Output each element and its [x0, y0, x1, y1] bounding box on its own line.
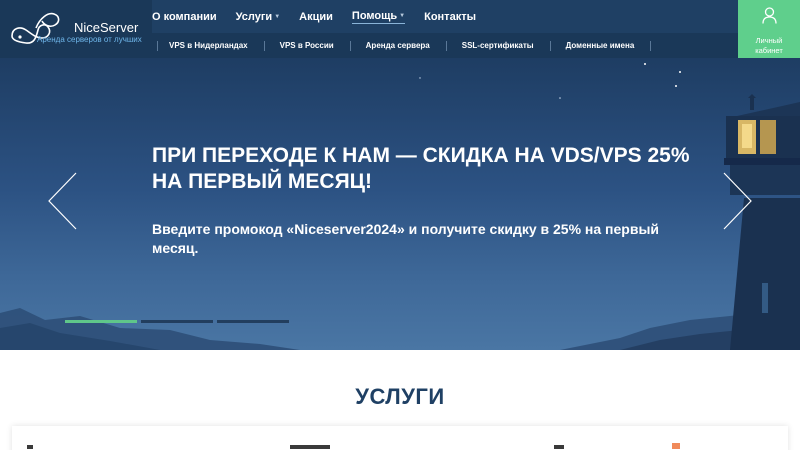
account-label: Личный кабинет: [738, 36, 800, 56]
subnav-divider: [445, 40, 447, 51]
slider-pagination: [65, 320, 293, 323]
subnav-item-domains[interactable]: Доменные имена: [566, 41, 635, 50]
logo[interactable]: NiceServer Аренда серверов от лучших: [0, 0, 152, 58]
user-icon: [762, 7, 777, 24]
nav-item-promos[interactable]: Акции: [299, 11, 333, 23]
subnav-divider: [549, 40, 551, 51]
subnav-item-server-rent[interactable]: Аренда сервера: [366, 41, 430, 50]
chevron-down-icon: ▼: [274, 13, 281, 20]
account-button[interactable]: Личный кабинет: [738, 0, 800, 58]
nav-item-label: Акции: [299, 10, 333, 23]
brand-tagline: Аренда серверов от лучших: [37, 35, 142, 44]
subnav-item-vps-netherlands[interactable]: VPS в Нидерландах: [169, 41, 248, 50]
brand-name: NiceServer: [74, 20, 139, 35]
nav-item-label: Услуги: [235, 10, 273, 23]
services-card-title-clipped: [554, 445, 564, 449]
main-nav: О компании Услуги ▼ Акции Помощь ▼ Контакт…: [152, 0, 495, 33]
nav-item-services[interactable]: Услуги ▼: [236, 11, 281, 23]
chevron-left-icon[interactable]: [46, 171, 80, 231]
services-card-title-clipped: [290, 445, 330, 449]
subnav-divider: [263, 40, 265, 51]
slider-dot[interactable]: [217, 320, 289, 323]
subnav-divider: [650, 40, 652, 51]
slider-dot[interactable]: [65, 320, 137, 323]
hero-background-illustration: [0, 63, 800, 350]
services-card-title-clipped: [27, 445, 33, 449]
subnav-divider: [157, 40, 158, 51]
site-header: NiceServer Аренда серверов от лучших О к…: [0, 0, 800, 58]
subnav-item-vps-russia[interactable]: VPS в России: [280, 41, 334, 50]
nav-item-label: Контакты: [424, 10, 476, 23]
subnav-item-ssl[interactable]: SSL-сертификаты: [462, 41, 534, 50]
sub-nav: VPS в Нидерландах VPS в России Аренда се…: [152, 33, 738, 58]
subnav-divider: [349, 40, 351, 51]
account-label-line1: Личный: [755, 36, 783, 45]
services-card-badge-clipped: [672, 443, 680, 449]
services-panel: [12, 426, 788, 450]
nav-item-contacts[interactable]: Контакты: [424, 11, 476, 23]
account-label-line2: кабинет: [755, 46, 783, 55]
chevron-down-icon: ▼: [399, 12, 406, 19]
slider-dot[interactable]: [141, 320, 213, 323]
hero-slider: ПРИ ПЕРЕХОДЕ К НАМ — СКИДКА НА VDS/VPS 2…: [0, 58, 800, 350]
nav-item-about[interactable]: О компании: [152, 11, 217, 23]
hero-title: ПРИ ПЕРЕХОДЕ К НАМ — СКИДКА НА VDS/VPS 2…: [152, 144, 690, 193]
hero-subtitle: Введите промокод «Niceserver2024» и полу…: [152, 221, 660, 256]
nav-item-label: Помощь: [351, 9, 398, 22]
chevron-right-icon[interactable]: [720, 171, 754, 231]
nav-item-help[interactable]: Помощь ▼: [351, 9, 406, 24]
services-heading: УСЛУГИ: [355, 384, 445, 409]
nav-item-label: О компании: [152, 10, 217, 23]
